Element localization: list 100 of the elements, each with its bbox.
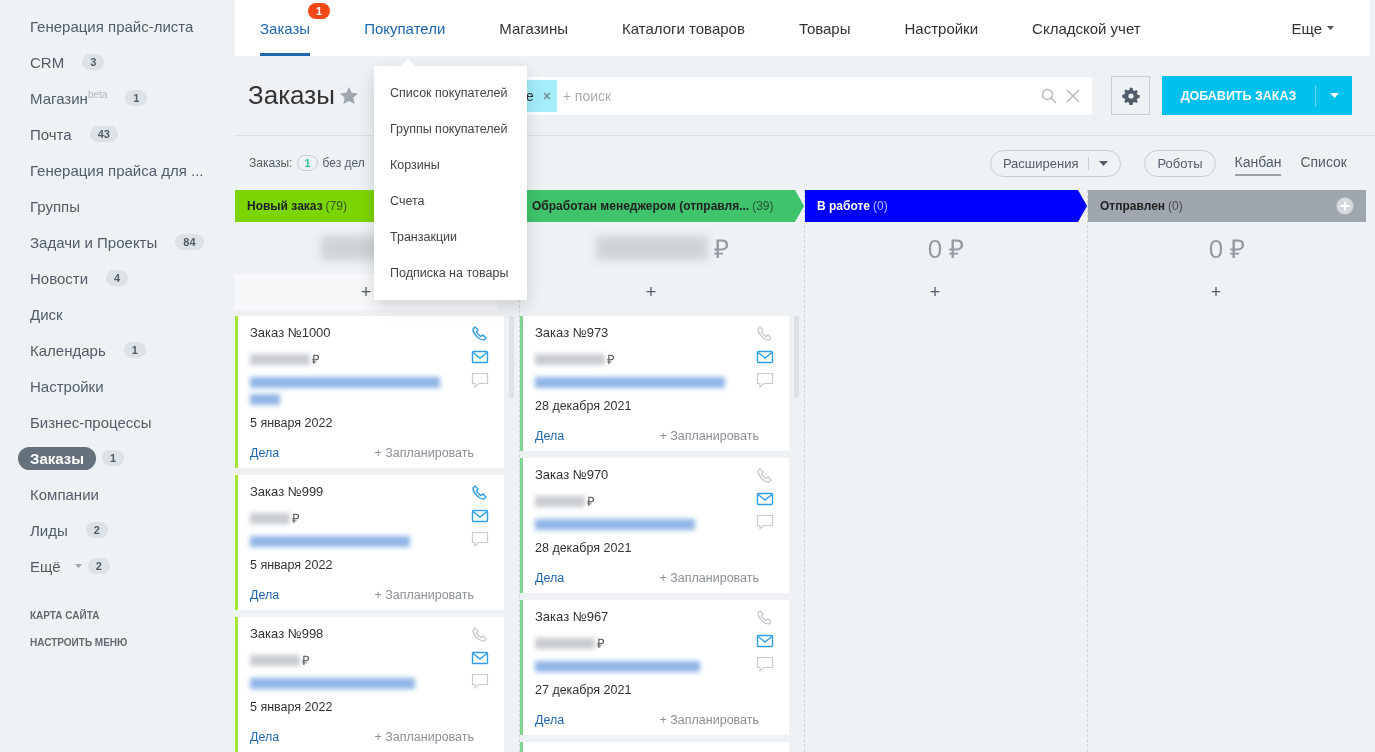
close-icon[interactable]: [1065, 87, 1081, 104]
order-date: 28 декабря 2021: [535, 399, 633, 415]
sidebar-item[interactable]: Бизнес-процессы: [18, 410, 164, 434]
order-card[interactable]: Заказ №1000 ₽ 5 января 2022 Дела + Запланировать: [235, 316, 504, 468]
nav-tab[interactable]: Товары: [798, 0, 851, 56]
chat-icon[interactable]: [471, 530, 489, 548]
view-tab[interactable]: Список: [1300, 150, 1347, 176]
nav-tab[interactable]: Настройки: [904, 0, 979, 56]
mail-icon[interactable]: [756, 490, 774, 508]
view-tab[interactable]: Канбан: [1234, 150, 1282, 176]
add-column-icon[interactable]: [1336, 197, 1354, 215]
sidebar-item[interactable]: Задачи и Проекты: [18, 230, 170, 254]
chat-icon[interactable]: [756, 371, 774, 389]
star-icon[interactable]: [338, 85, 359, 106]
column-title: В работе: [817, 199, 870, 213]
chat-icon[interactable]: [756, 513, 774, 531]
order-title: Заказ №1000: [250, 325, 332, 342]
more-menu[interactable]: Еще: [1285, 0, 1340, 56]
schedule-link[interactable]: + Запланировать: [659, 429, 759, 443]
order-card[interactable]: Заказ №970 ₽ 28 декабря 2021 Дела + Запланировать: [520, 458, 789, 593]
add-card-button[interactable]: +: [805, 274, 1065, 310]
phone-icon[interactable]: [756, 467, 774, 485]
close-icon[interactable]: [542, 91, 551, 100]
menu-item[interactable]: Корзины: [374, 147, 527, 183]
counter: 43: [89, 126, 118, 142]
sidebar-item[interactable]: Генерация прайса для ...: [18, 158, 216, 182]
currency-sign: ₽: [292, 510, 300, 527]
phone-icon[interactable]: [756, 325, 774, 343]
counter: 84: [175, 234, 204, 250]
counter: 1: [125, 90, 148, 106]
footer-link[interactable]: КАРТА САЙТА: [30, 610, 235, 621]
order-card[interactable]: Заказ №999 ₽ 5 января 2022 Дела + Запланировать: [235, 475, 504, 610]
tasks-link[interactable]: Дела: [535, 571, 565, 585]
menu-item[interactable]: Транзакции: [374, 219, 527, 255]
sidebar-item[interactable]: Компании: [18, 482, 111, 506]
counter: 2: [85, 522, 108, 538]
sidebar-item[interactable]: Лиды: [18, 518, 80, 542]
menu-item[interactable]: Счета: [374, 183, 527, 219]
mail-icon[interactable]: [756, 632, 774, 650]
schedule-link[interactable]: + Запланировать: [374, 588, 474, 602]
column-count: (0): [873, 199, 888, 213]
caret-icon[interactable]: [1099, 160, 1109, 166]
order-card[interactable]: Заказ №998 ₽ 5 января 2022 Дела + Запланировать: [235, 617, 504, 752]
order-date: 5 января 2022: [250, 700, 334, 716]
sidebar-item[interactable]: Заказы: [18, 446, 97, 470]
footer-link[interactable]: НАСТРОИТЬ МЕНЮ: [30, 637, 235, 648]
tasks-link[interactable]: Дела: [250, 730, 280, 744]
mail-icon[interactable]: [471, 348, 489, 366]
sidebar-item[interactable]: Магазин$^{beta}$: [18, 86, 120, 110]
phone-icon[interactable]: [756, 609, 774, 627]
order-card[interactable]: Заказ №967 ₽ 27 декабря 2021 Дела + Запланировать: [520, 600, 789, 735]
order-title: Заказ №970: [535, 467, 610, 484]
counter: 2: [87, 558, 110, 574]
add-card-button[interactable]: +: [1088, 274, 1344, 310]
tasks-link[interactable]: Дела: [535, 713, 565, 727]
sidebar-item[interactable]: Диск: [18, 302, 75, 326]
chat-icon[interactable]: [471, 371, 489, 389]
redacted-amount: [535, 353, 605, 365]
schedule-link[interactable]: + Запланировать: [374, 730, 474, 744]
sidebar-item[interactable]: Группы: [18, 194, 92, 218]
column-total: 0 ₽: [927, 233, 965, 266]
column-title: Отправлен: [1100, 199, 1166, 213]
phone-icon[interactable]: [471, 626, 489, 644]
currency-sign: ₽: [597, 635, 605, 652]
tasks-link[interactable]: Дела: [250, 446, 280, 460]
mail-icon[interactable]: [756, 348, 774, 366]
tasks-link[interactable]: Дела: [535, 429, 565, 443]
nav-tab[interactable]: Каталоги товаров: [621, 0, 745, 56]
order-title: Заказ №967: [535, 609, 610, 626]
column-total: 0 ₽: [1208, 233, 1246, 266]
order-card[interactable]: Заказ №973 ₽ 28 декабря 2021 Дела + Запланировать: [520, 316, 789, 451]
schedule-link[interactable]: + Запланировать: [659, 713, 759, 727]
mail-icon[interactable]: [471, 507, 489, 525]
schedule-link[interactable]: + Запланировать: [374, 446, 474, 460]
order-title: Заказ №998: [250, 626, 325, 643]
sidebar-item[interactable]: Настройки: [18, 374, 116, 398]
search-icon[interactable]: [1041, 87, 1057, 104]
phone-icon[interactable]: [471, 325, 489, 343]
sidebar-item[interactable]: CRM: [18, 50, 77, 74]
currency-sign: ₽: [587, 493, 595, 510]
nav-tab[interactable]: Покупатели: [364, 0, 446, 56]
mail-icon[interactable]: [471, 649, 489, 667]
chat-icon[interactable]: [471, 672, 489, 690]
phone-icon[interactable]: [471, 484, 489, 502]
nav-tab[interactable]: Складской учет: [1032, 0, 1141, 56]
settings-button[interactable]: [1111, 76, 1150, 115]
order-title: Заказ №973: [535, 325, 610, 342]
schedule-link[interactable]: + Запланировать: [659, 571, 759, 585]
orders-label: Заказы:: [249, 156, 293, 170]
sidebar-item[interactable]: Календарь: [18, 338, 118, 362]
currency-sign: ₽: [302, 652, 310, 669]
sidebar-item[interactable]: Генерация прайс-листа: [18, 14, 206, 38]
settings-icon: [1121, 86, 1140, 105]
tasks-link[interactable]: Дела: [250, 588, 280, 602]
column-count: (79): [325, 199, 347, 213]
sidebar-item[interactable]: Новости: [18, 266, 101, 290]
sidebar-item[interactable]: Почта: [18, 122, 84, 146]
chat-icon[interactable]: [756, 655, 774, 673]
sidebar-item[interactable]: Ещё: [18, 554, 73, 578]
nav-tab[interactable]: Магазины: [499, 0, 568, 56]
